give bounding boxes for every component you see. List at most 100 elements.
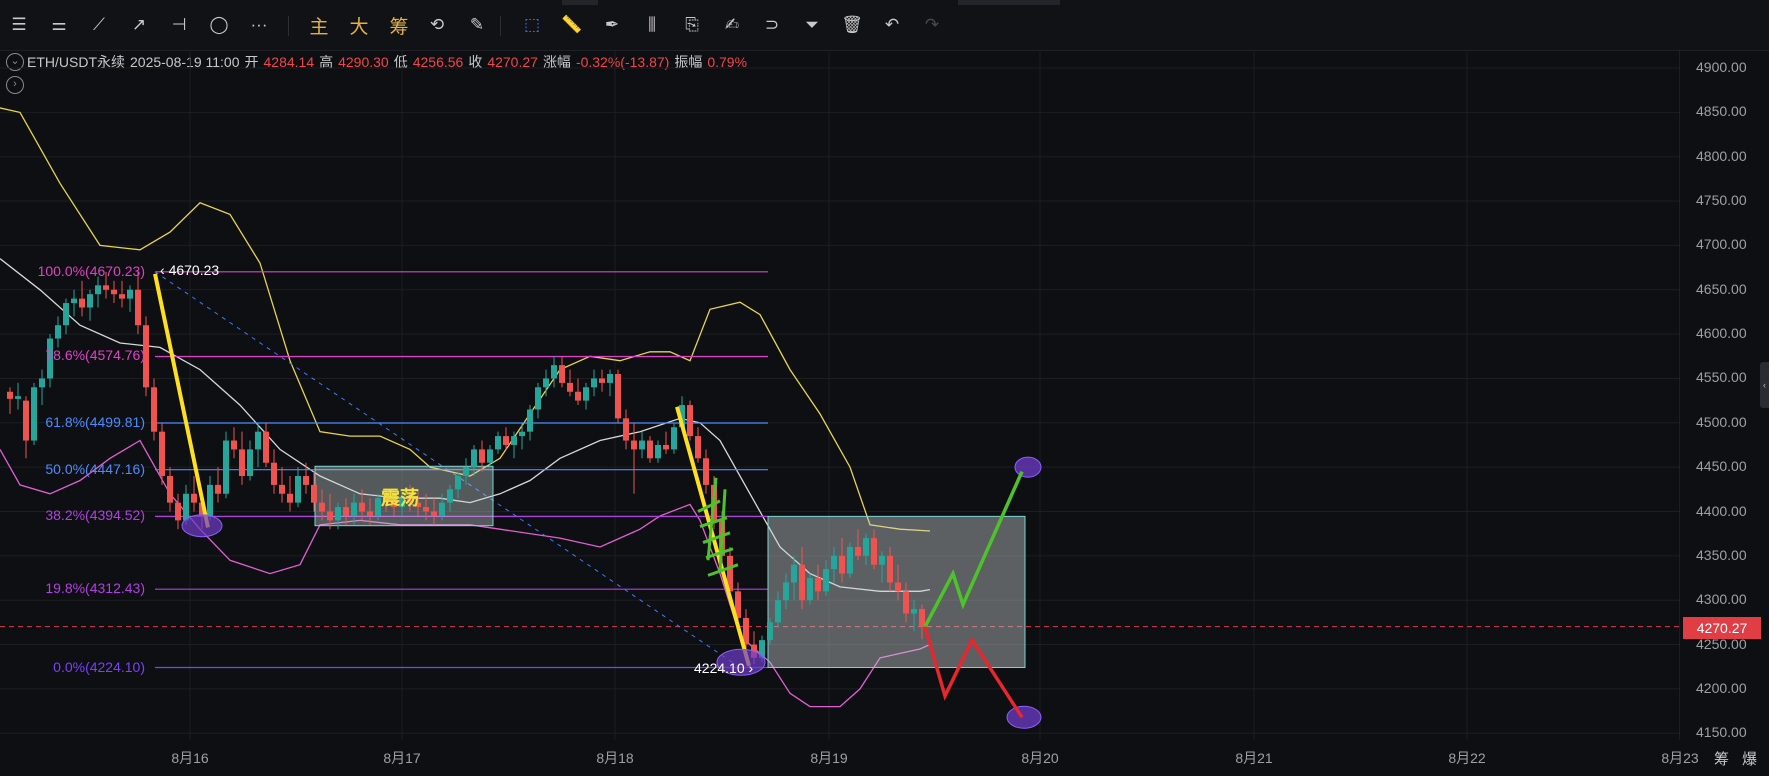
candle-body bbox=[647, 440, 653, 459]
candle-body bbox=[119, 294, 125, 299]
more-icon[interactable]: ··· bbox=[246, 12, 272, 38]
toolbar-divider bbox=[500, 16, 501, 36]
draw-tools-icon[interactable]: ✎ bbox=[464, 12, 490, 38]
candle-body bbox=[815, 578, 821, 592]
candle-body bbox=[335, 507, 341, 521]
candle-body bbox=[583, 387, 589, 401]
candle-body bbox=[639, 440, 645, 450]
candle-body bbox=[223, 440, 229, 494]
price-tick: 4350.00 bbox=[1696, 546, 1747, 563]
price-axis[interactable]: 4900.00 4850.00 4800.00 4750.00 4700.00 4650.… bbox=[1680, 50, 1769, 750]
price-tick: 4450.00 bbox=[1696, 458, 1747, 475]
ray-line-icon[interactable]: ↗ bbox=[126, 12, 152, 38]
candle-body bbox=[431, 511, 437, 516]
candle-body bbox=[271, 462, 277, 485]
range-boxes[interactable] bbox=[314, 465, 1026, 669]
candle-body bbox=[79, 298, 85, 308]
candle-body bbox=[775, 600, 781, 623]
time-tick: 8月22 bbox=[1448, 750, 1486, 766]
candle-body bbox=[303, 476, 309, 485]
candle-body bbox=[575, 391, 581, 401]
filter-icon[interactable]: ⏷ bbox=[799, 12, 825, 38]
candle-body bbox=[687, 405, 693, 437]
time-tick: 8月21 bbox=[1235, 750, 1273, 766]
chip-distribution-button[interactable]: 筹 bbox=[1714, 748, 1729, 769]
ellipse-icon[interactable]: ◯ bbox=[206, 12, 232, 38]
trend-line-icon[interactable]: ⟋ bbox=[86, 12, 112, 38]
note-icon[interactable]: ✍ bbox=[719, 12, 745, 38]
candle-body bbox=[887, 555, 893, 583]
fib-level-label: 38.2%(4394.52) bbox=[45, 507, 145, 524]
candle-body bbox=[351, 502, 357, 516]
ruler-icon[interactable]: 📏 bbox=[559, 12, 585, 38]
undo-icon[interactable]: ↶ bbox=[879, 12, 905, 38]
candle-body bbox=[567, 382, 573, 392]
clipboard-icon[interactable]: ⎘ bbox=[679, 12, 705, 38]
candle-body bbox=[367, 511, 373, 516]
candle-body bbox=[623, 418, 629, 441]
indicator-settings-icon[interactable]: ⚌ bbox=[46, 12, 72, 38]
candle-body bbox=[255, 431, 261, 450]
candle-body bbox=[783, 582, 789, 601]
candle-body bbox=[607, 374, 613, 383]
candle-body bbox=[463, 467, 469, 477]
candle-body bbox=[15, 396, 21, 399]
tab-highlight bbox=[958, 0, 1060, 5]
candle-body bbox=[191, 493, 197, 503]
candle-body bbox=[343, 507, 349, 516]
price-tick: 4700.00 bbox=[1696, 236, 1747, 253]
menu-icon[interactable]: ☰ bbox=[6, 12, 32, 38]
candle-body bbox=[551, 365, 557, 379]
candle-body bbox=[135, 289, 141, 326]
candle-body bbox=[527, 409, 533, 432]
candle-type-icon[interactable]: ⫼ bbox=[639, 12, 665, 38]
time-tick: 8月18 bbox=[596, 750, 634, 766]
price-tick: 4750.00 bbox=[1696, 192, 1747, 209]
candle-body bbox=[671, 427, 677, 450]
delete-icon[interactable]: 🗑 bbox=[839, 12, 865, 38]
target-range-box bbox=[767, 515, 1026, 669]
candle-body bbox=[919, 609, 925, 627]
liquidation-button[interactable]: 爆 bbox=[1742, 748, 1757, 769]
candle-body bbox=[471, 449, 477, 468]
fib-level-label: 19.8%(4312.43) bbox=[45, 580, 145, 597]
pen-icon[interactable]: ✒ bbox=[599, 12, 625, 38]
candle-body bbox=[111, 289, 117, 295]
replay-icon[interactable]: ⟲ bbox=[424, 12, 450, 38]
target-low-ellipse bbox=[1006, 705, 1042, 729]
candle-body bbox=[279, 484, 285, 494]
candle-body bbox=[447, 489, 453, 503]
candle-body bbox=[903, 591, 909, 614]
price-tick: 4900.00 bbox=[1696, 59, 1747, 75]
redo-icon[interactable]: ↷ bbox=[919, 12, 945, 38]
candle-body bbox=[263, 431, 269, 463]
candle-body bbox=[439, 502, 445, 516]
chip-button[interactable]: 筹 bbox=[386, 12, 412, 38]
low-marker-ellipse bbox=[181, 514, 223, 538]
time-tick: 8月19 bbox=[810, 750, 848, 766]
horizontal-line-icon[interactable]: ⊣ bbox=[166, 12, 192, 38]
magnet-icon[interactable]: ⊃ bbox=[759, 12, 785, 38]
candle-body bbox=[87, 294, 93, 308]
candle-body bbox=[591, 378, 597, 388]
price-tick: 4650.00 bbox=[1696, 280, 1747, 297]
candle-body bbox=[151, 387, 157, 432]
main-indicator-button[interactable]: 主 bbox=[306, 12, 332, 38]
candle-body bbox=[231, 440, 237, 450]
drawing-toolbar: ☰ ⚌ ⟋ ↗ ⊣ ◯ ··· 主大筹 ⟲ ✎ ⬚ 📏 ✒ ⫼ ⎘ ✍ ⊃ ⏷ 🗑 ↶ ↷ bbox=[0, 0, 1769, 51]
side-panel-toggle[interactable]: ‹ bbox=[1760, 362, 1769, 408]
cursor-icon[interactable]: ⬚ bbox=[519, 12, 545, 38]
candle-body bbox=[767, 622, 773, 641]
candle-body bbox=[103, 285, 109, 290]
candle-body bbox=[327, 511, 333, 521]
candle-body bbox=[559, 365, 565, 383]
large-order-button[interactable]: 大 bbox=[346, 12, 372, 38]
fib-level-label: 61.8%(4499.81) bbox=[45, 413, 145, 430]
price-chart[interactable] bbox=[0, 50, 1680, 740]
fib-level-label: 100.0%(4670.23) bbox=[37, 262, 145, 279]
candle-body bbox=[359, 502, 365, 512]
candle-body bbox=[863, 538, 869, 556]
time-axis[interactable]: 筹 爆 8月16 8月17 8月18 8月19 8月20 8月21 8月22 8月23 bbox=[0, 740, 1769, 776]
price-tick: 4200.00 bbox=[1696, 679, 1747, 696]
candle-body bbox=[807, 578, 813, 601]
